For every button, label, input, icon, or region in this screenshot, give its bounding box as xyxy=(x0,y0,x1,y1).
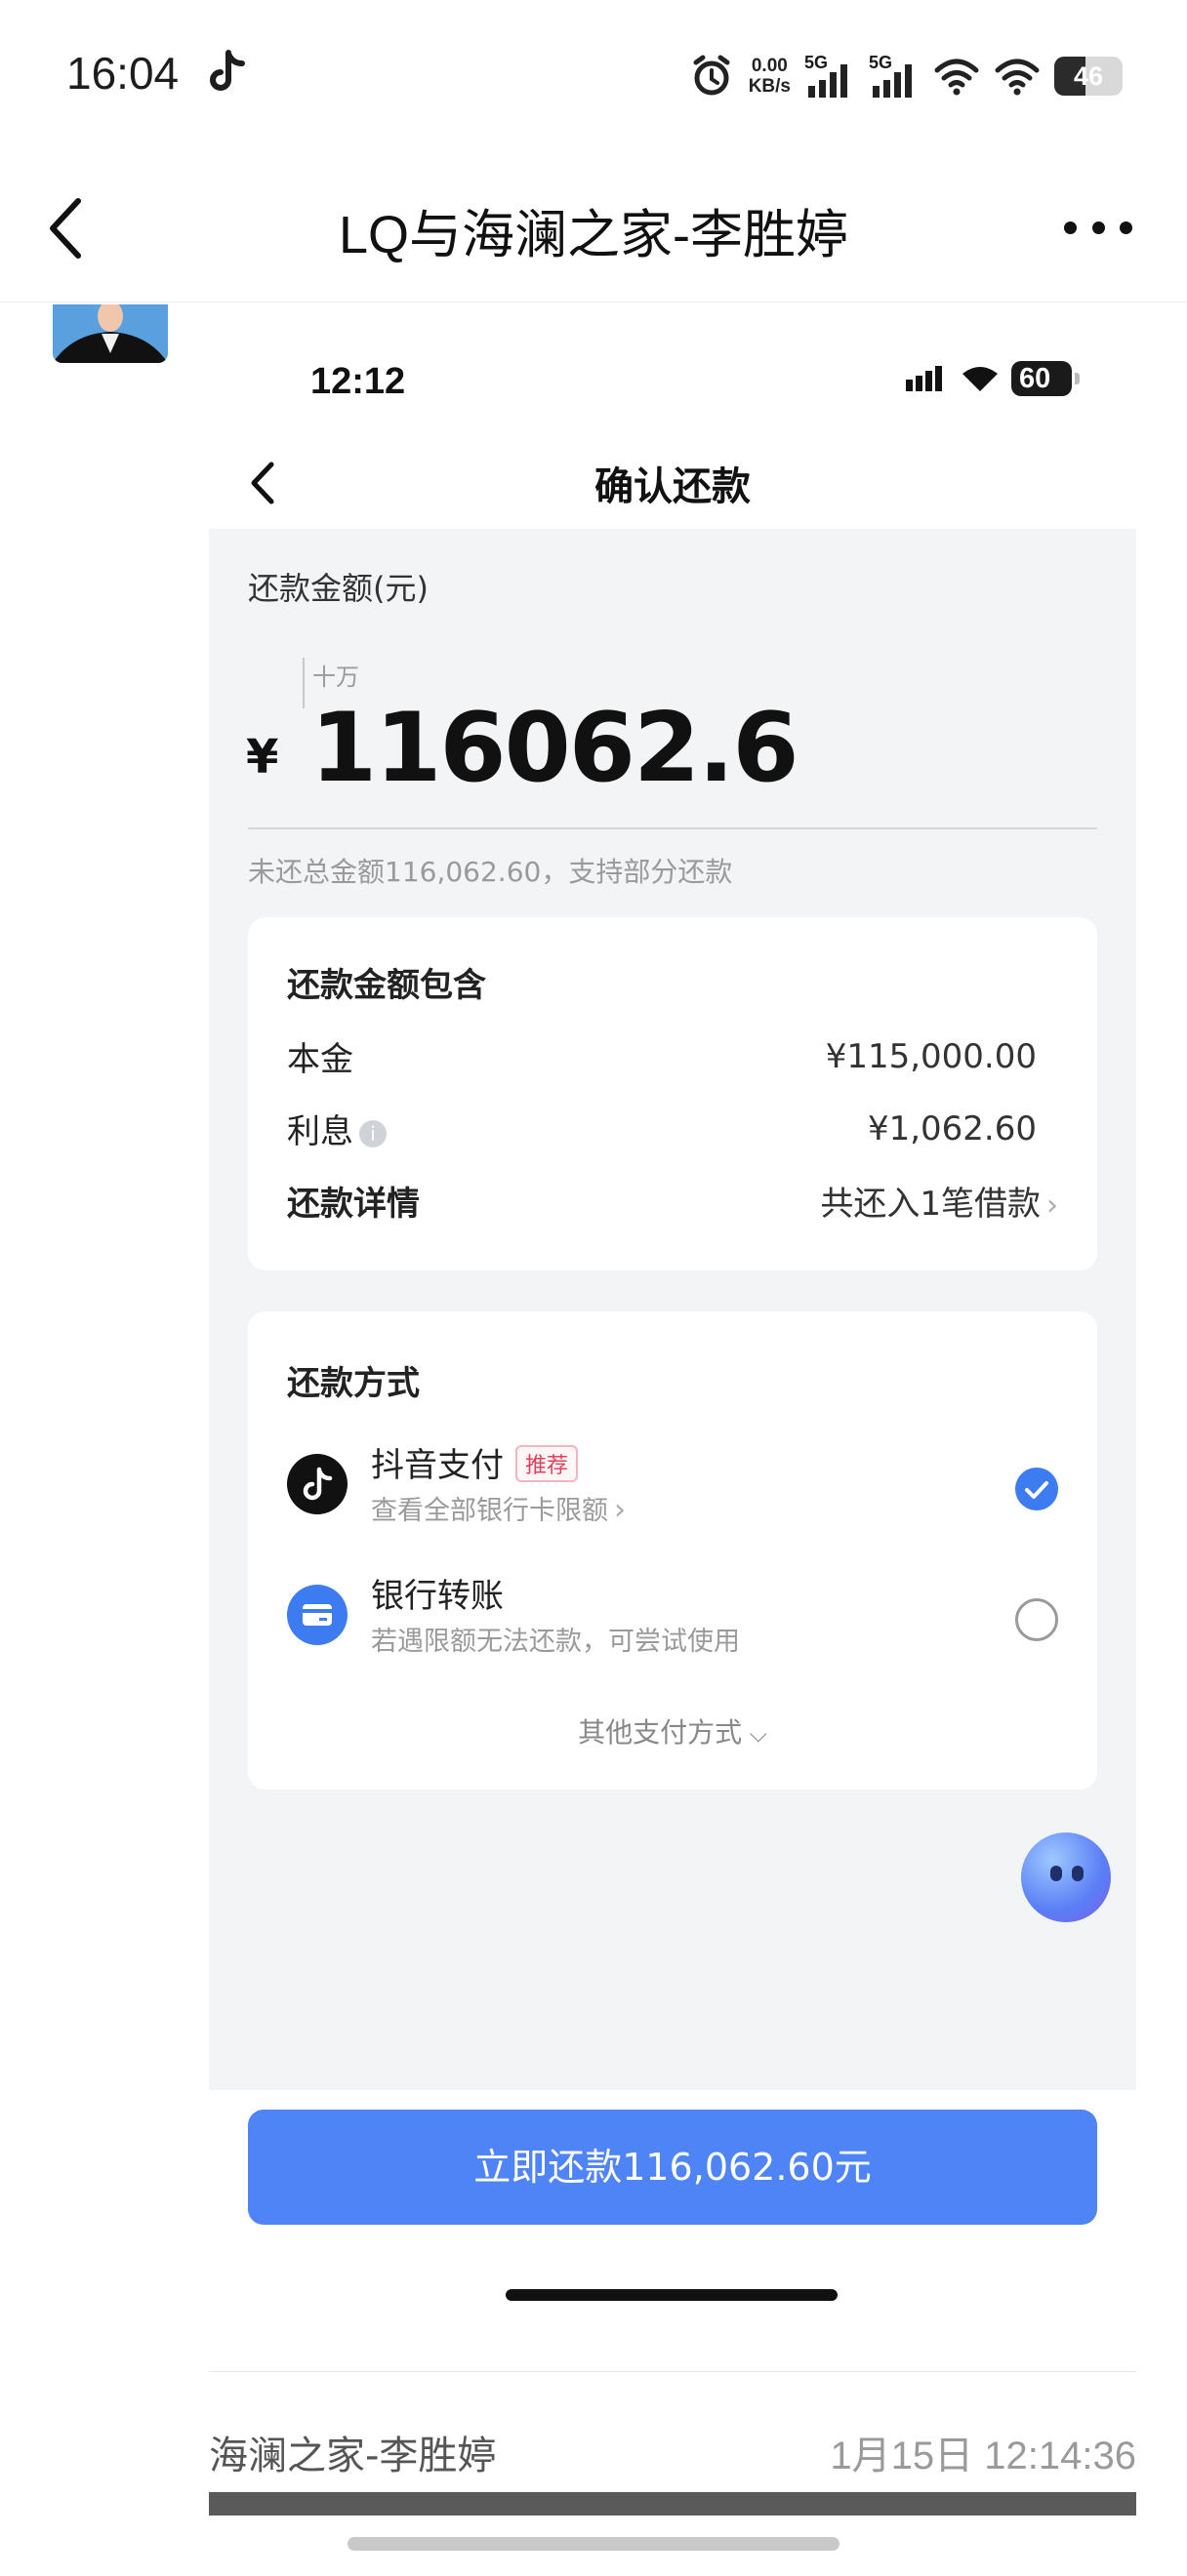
wifi-icon xyxy=(962,367,998,391)
shared-screenshot[interactable]: 12:12 60 确认还款 还款金额(元) 十万 ¥ 116062.6 未还总金… xyxy=(209,304,1136,2371)
sender-name: 海澜之家-李胜婷 xyxy=(209,2434,497,2478)
home-indicator xyxy=(506,2289,838,2301)
interest-value: ¥1,062.60 xyxy=(867,1108,1037,1148)
message-divider xyxy=(209,2371,1136,2372)
avatar-image xyxy=(53,304,168,363)
bank-transfer-sub: 若遇限额无法还款，可尝试使用 xyxy=(371,1627,740,1657)
principal-row: 本金 ¥115,000.00 xyxy=(287,1032,1037,1080)
more-options-icon[interactable] xyxy=(1064,203,1132,252)
payment-method-title: 还款方式 xyxy=(287,1364,420,1403)
avatar[interactable] xyxy=(53,304,168,363)
detail-value-wrap: 共还入1笔借款 › xyxy=(820,1177,1058,1225)
principal-label: 本金 xyxy=(287,1040,353,1079)
radio-unselected-icon[interactable] xyxy=(1015,1598,1058,1641)
detail-row[interactable]: 还款详情 共还入1笔借款 › xyxy=(287,1177,1058,1225)
payment-option-bank[interactable]: 银行转账 若遇限额无法还款，可尝试使用 xyxy=(287,1569,1058,1667)
repay-content: 还款金额(元) 十万 ¥ 116062.6 未还总金额116,062.60，支持… xyxy=(209,529,1136,2090)
amount-label: 还款金额(元) xyxy=(248,570,429,607)
alarm-icon xyxy=(693,55,730,96)
douyin-pay-label: 抖音支付 xyxy=(371,1446,504,1485)
signal-dots-icon xyxy=(906,366,942,391)
bank-limit-link[interactable]: 查看全部银行卡限额 › xyxy=(371,1489,626,1527)
radio-selected-icon[interactable] xyxy=(1015,1468,1058,1510)
amount-note: 未还总金额116,062.60，支持部分还款 xyxy=(248,856,733,888)
bank-transfer-icon xyxy=(287,1585,348,1645)
wifi-icon xyxy=(934,59,979,96)
interest-label-wrap: 利息 i xyxy=(287,1105,387,1152)
bank-transfer-label: 银行转账 xyxy=(371,1577,504,1616)
chat-header: LQ与海澜之家-李胜婷 xyxy=(0,156,1187,302)
detail-label: 还款详情 xyxy=(287,1185,420,1224)
payment-method-card: 还款方式 抖音支付 推荐 查看全部银行卡限额 › 银行转账 若遇限额无法还款，可… xyxy=(248,1311,1097,1790)
breakdown-card: 还款金额包含 本金 ¥115,000.00 利息 i ¥1,062.60 还款详情… xyxy=(248,917,1097,1270)
inner-time: 12:12 xyxy=(310,361,406,402)
message-timestamp: 1月15日 12:14:36 xyxy=(830,2435,1136,2477)
network-speed-unit: KB/s xyxy=(748,76,791,97)
repay-nav-bar: 确认还款 xyxy=(209,431,1136,529)
repay-now-button[interactable]: 立即还款116,062.60元 xyxy=(248,2110,1097,2225)
interest-label: 利息 xyxy=(287,1112,353,1151)
info-icon[interactable]: i xyxy=(359,1119,387,1147)
gesture-bar xyxy=(348,2537,839,2551)
tiktok-icon xyxy=(210,50,245,91)
network-speed-value: 0.00 xyxy=(751,56,788,76)
recommended-badge: 推荐 xyxy=(515,1445,579,1482)
payment-option-douyin[interactable]: 抖音支付 推荐 查看全部银行卡限额 › xyxy=(287,1438,1058,1536)
page-title: 确认还款 xyxy=(594,464,751,509)
amount-input[interactable]: 116062.6 xyxy=(310,693,799,804)
other-payment-label: 其他支付方式 xyxy=(578,1716,743,1749)
signal-bars-icon xyxy=(808,64,847,98)
signal-5g-1: 5G xyxy=(804,53,855,100)
bank-limit-text: 查看全部银行卡限额 xyxy=(371,1496,608,1526)
signal-bars-icon xyxy=(873,64,912,98)
amount-underline xyxy=(248,827,1097,829)
inner-status-bar: 12:12 60 xyxy=(209,304,1136,431)
interest-row: 利息 i ¥1,062.60 xyxy=(287,1105,1037,1152)
assistant-bot-icon[interactable] xyxy=(1021,1832,1111,1922)
douyin-pay-icon xyxy=(287,1454,348,1514)
status-time: 16:04 xyxy=(66,48,180,99)
breakdown-title: 还款金额包含 xyxy=(287,966,486,1005)
inner-battery: 60 xyxy=(1011,361,1080,396)
detail-value: 共还入1笔借款 xyxy=(820,1185,1041,1224)
inner-battery-percent: 60 xyxy=(1019,363,1051,394)
back-arrow-icon[interactable] xyxy=(43,193,90,263)
chevron-right-icon: › xyxy=(614,1493,626,1527)
chevron-down-icon: ⌵ xyxy=(742,1720,767,1748)
other-payment-methods[interactable]: 其他支付方式 ⌵ xyxy=(248,1711,1097,1751)
battery-indicator: 46 xyxy=(1054,57,1123,96)
message-preview-bar xyxy=(209,2492,1136,2516)
chevron-right-icon: › xyxy=(1046,1188,1058,1223)
status-bar: 16:04 0.00 KB/s 5G 5G 46 xyxy=(0,0,1187,156)
principal-value: ¥115,000.00 xyxy=(825,1036,1037,1076)
battery-percent: 46 xyxy=(1073,61,1104,91)
payment-option-name: 抖音支付 推荐 xyxy=(371,1438,579,1486)
signal-5g-2: 5G xyxy=(869,53,920,100)
wifi-icon-2 xyxy=(995,59,1040,96)
chat-title: LQ与海澜之家-李胜婷 xyxy=(338,206,849,264)
currency-symbol: ¥ xyxy=(246,730,279,785)
network-speed: 0.00 KB/s xyxy=(749,56,791,97)
